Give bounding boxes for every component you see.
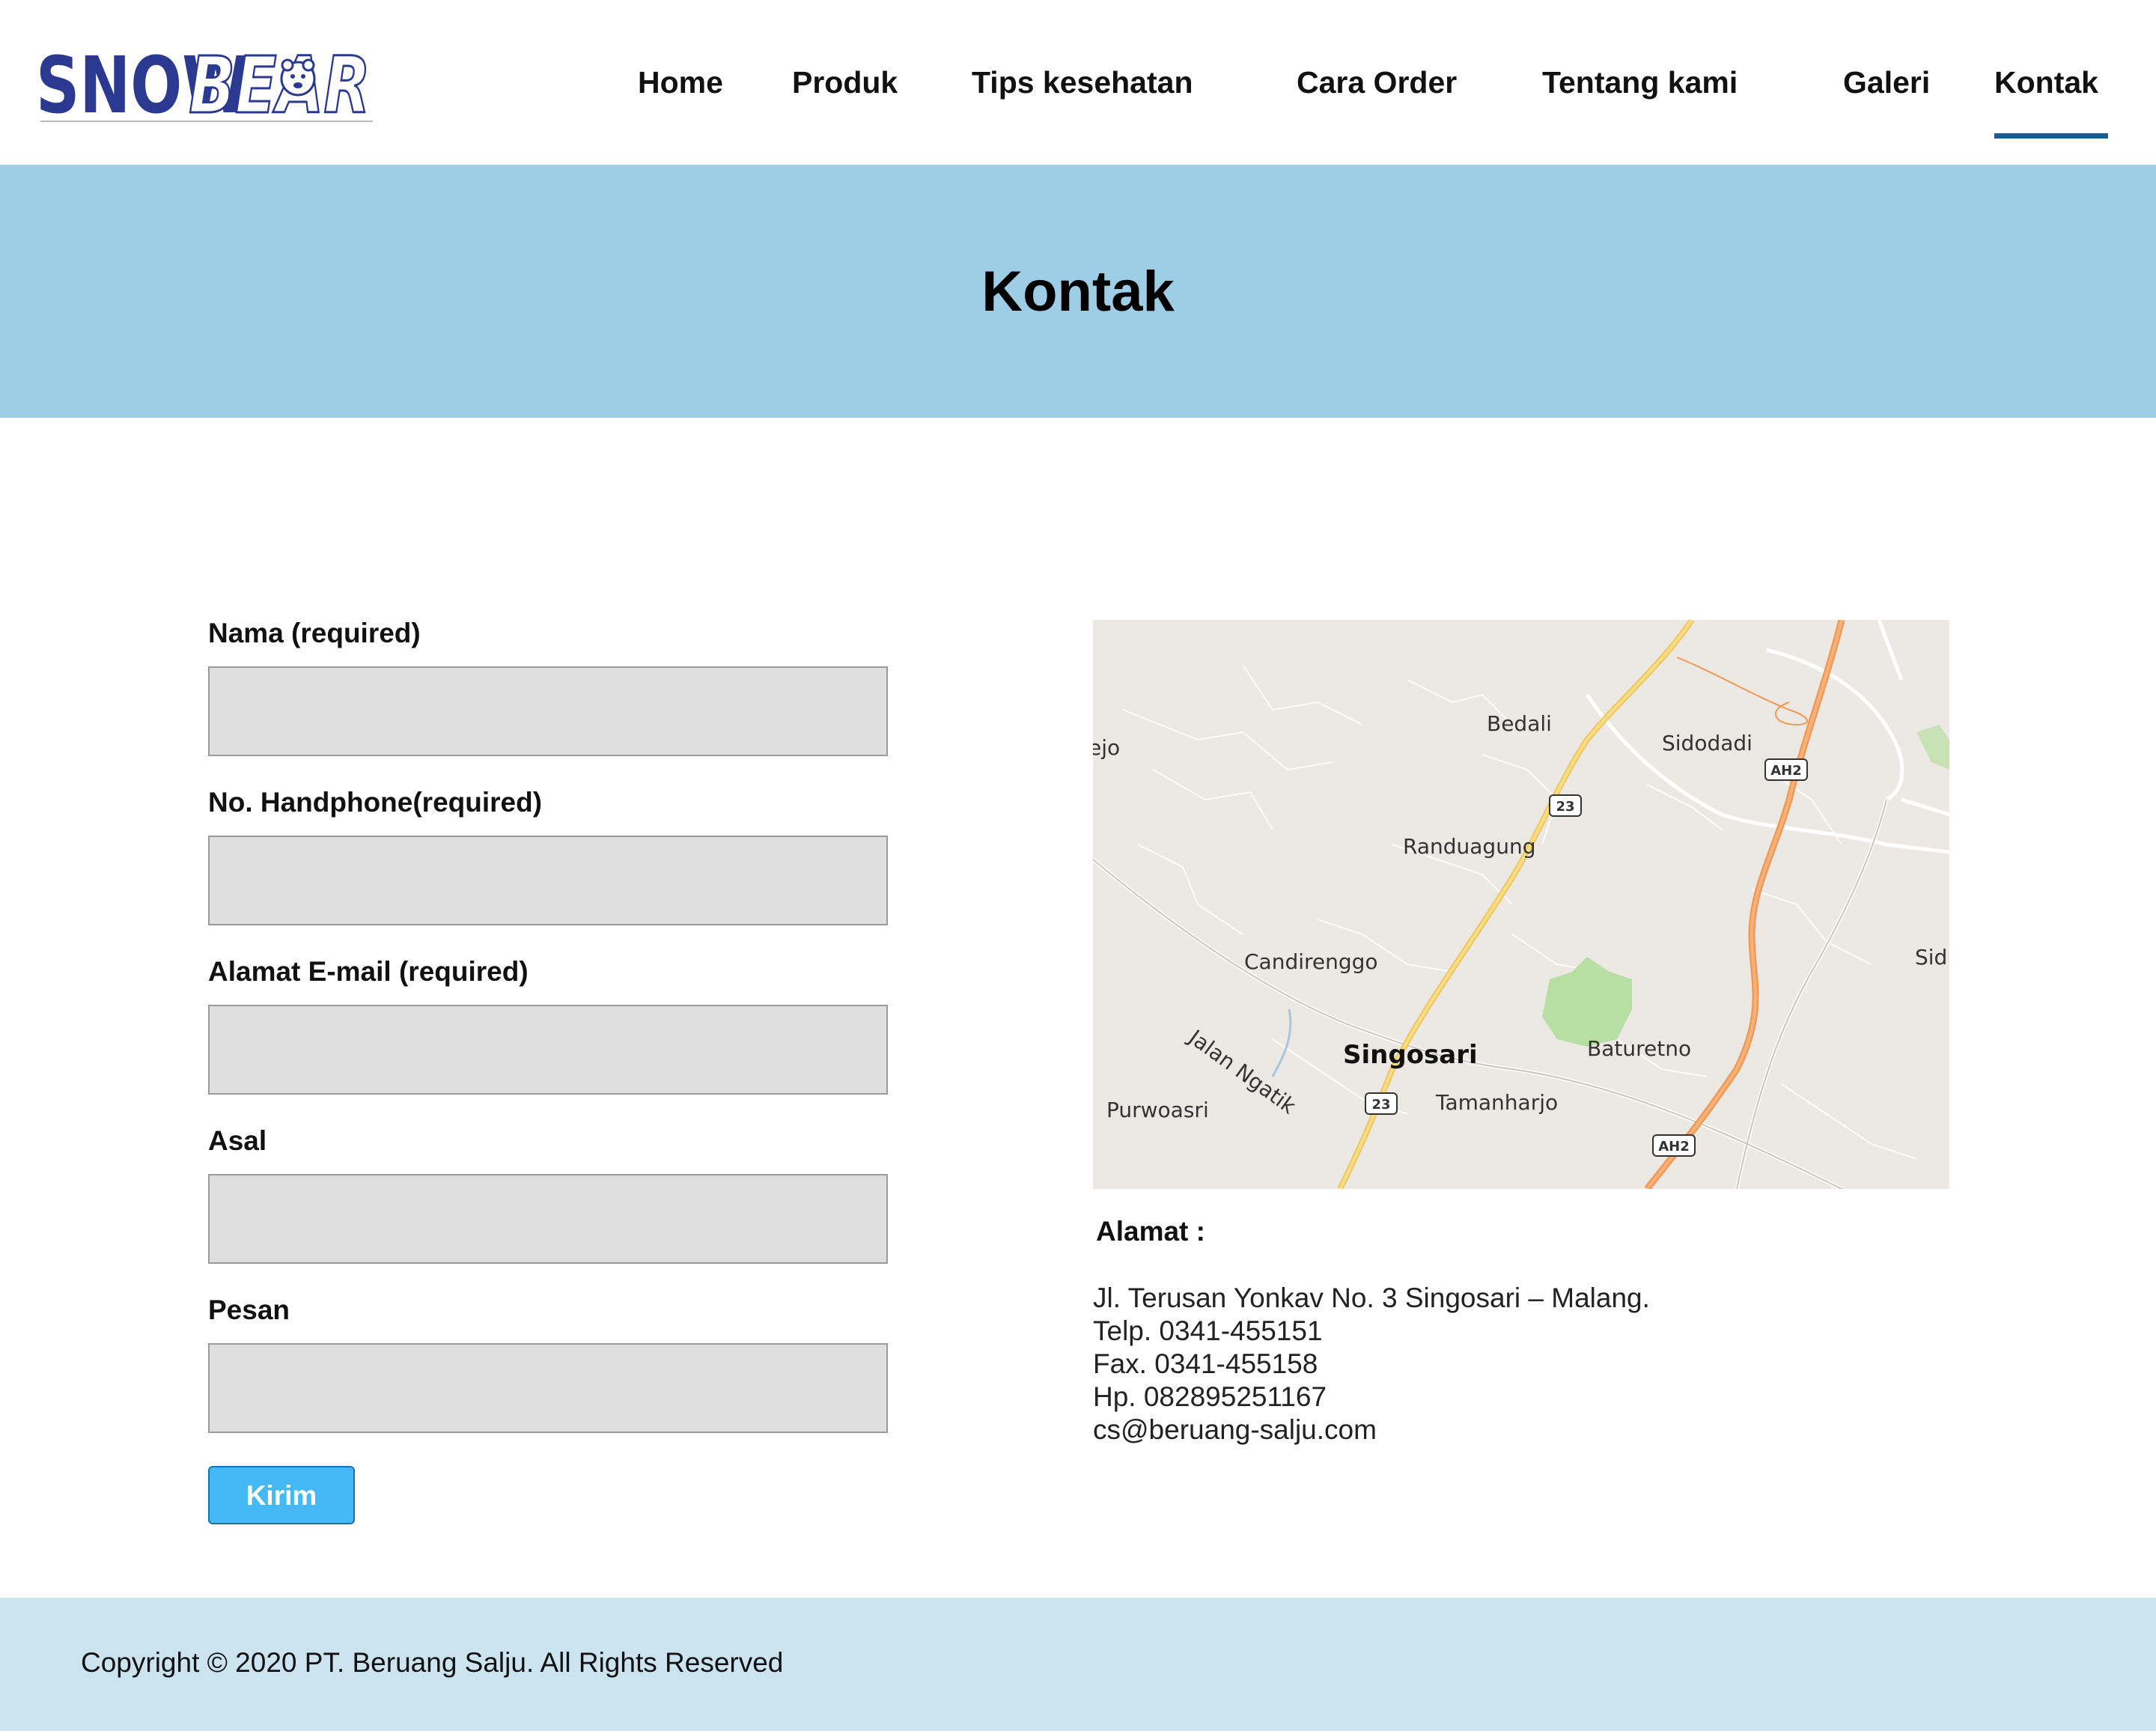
svg-text:AH2: AH2 <box>1658 1139 1690 1154</box>
map-label-tamanharjo: Tamanharjo <box>1435 1090 1558 1115</box>
map-label-randuagung: Randuagung <box>1403 834 1535 859</box>
nav-item-galeri[interactable]: Galeri <box>1843 60 1930 105</box>
road-shield-ah2-top: AH2 <box>1764 758 1808 781</box>
map-label-edge-left: ejo <box>1093 735 1120 760</box>
map-label-edge-right: Sid <box>1915 945 1947 970</box>
site-footer: Copyright © 2020 PT. Beruang Salju. All … <box>0 1598 2156 1731</box>
nav-active-indicator <box>1994 133 2108 139</box>
email-label: Alamat E-mail (required) <box>208 956 529 987</box>
map-label-singosari: Singosari <box>1343 1040 1478 1070</box>
address-fax: Fax. 0341-455158 <box>1093 1348 1318 1379</box>
map-label-purwoasri: Purwoasri <box>1106 1098 1209 1122</box>
nav-item-kontak[interactable]: Kontak <box>1994 60 2098 105</box>
map-graphic: 23 AH2 23 AH2 Bedali Sidodadi Randuagung… <box>1093 620 1949 1189</box>
origin-input[interactable] <box>208 1174 888 1264</box>
address-block: Jl. Terusan Yonkav No. 3 Singosari – Mal… <box>1093 1282 1650 1446</box>
nav-item-home[interactable]: Home <box>638 60 723 105</box>
message-label: Pesan <box>208 1295 290 1325</box>
address-heading: Alamat : <box>1096 1216 1205 1247</box>
nav-item-cara-order[interactable]: Cara Order <box>1297 60 1457 105</box>
map-label-bedali: Bedali <box>1487 711 1552 736</box>
address-phone: Telp. 0341-455151 <box>1093 1315 1323 1346</box>
road-shield-23-bottom: 23 <box>1365 1092 1398 1115</box>
submit-button[interactable]: Kirim <box>208 1466 355 1524</box>
map-label-candirenggo: Candirenggo <box>1244 949 1378 974</box>
nav-item-tips-kesehatan[interactable]: Tips kesehatan <box>972 60 1193 105</box>
location-map[interactable]: 23 AH2 23 AH2 Bedali Sidodadi Randuagung… <box>1093 620 1949 1189</box>
name-input[interactable] <box>208 666 888 756</box>
address-email[interactable]: cs@beruang-salju.com <box>1093 1414 1650 1446</box>
origin-label: Asal <box>208 1125 267 1156</box>
page-banner: Kontak <box>0 165 2156 418</box>
road-shield-ah2-bottom: AH2 <box>1652 1134 1696 1157</box>
email-input[interactable] <box>208 1005 888 1095</box>
svg-text:AH2: AH2 <box>1770 763 1802 779</box>
address-mobile: Hp. 082895251167 <box>1093 1381 1327 1412</box>
svg-text:23: 23 <box>1556 799 1574 815</box>
phone-label: No. Handphone(required) <box>208 787 543 818</box>
phone-input[interactable] <box>208 836 888 925</box>
road-shield-23-top: 23 <box>1549 794 1582 817</box>
site-header: SNOW BEAR Home Produk Tips kesehatan Car… <box>0 0 2156 165</box>
page-title: Kontak <box>981 260 1175 323</box>
copyright-text: Copyright © 2020 PT. Beruang Salju. All … <box>81 1647 784 1678</box>
svg-text:23: 23 <box>1371 1097 1390 1113</box>
map-label-sidodadi: Sidodadi <box>1662 731 1752 755</box>
main-nav: Home Produk Tips kesehatan Cara Order Te… <box>0 0 2156 165</box>
nav-item-tentang-kami[interactable]: Tentang kami <box>1542 60 1738 105</box>
name-label: Nama (required) <box>208 618 421 648</box>
nav-item-produk[interactable]: Produk <box>792 60 898 105</box>
message-input[interactable] <box>208 1343 888 1433</box>
address-street: Jl. Terusan Yonkav No. 3 Singosari – Mal… <box>1093 1283 1650 1313</box>
map-label-baturetno: Baturetno <box>1587 1036 1691 1061</box>
